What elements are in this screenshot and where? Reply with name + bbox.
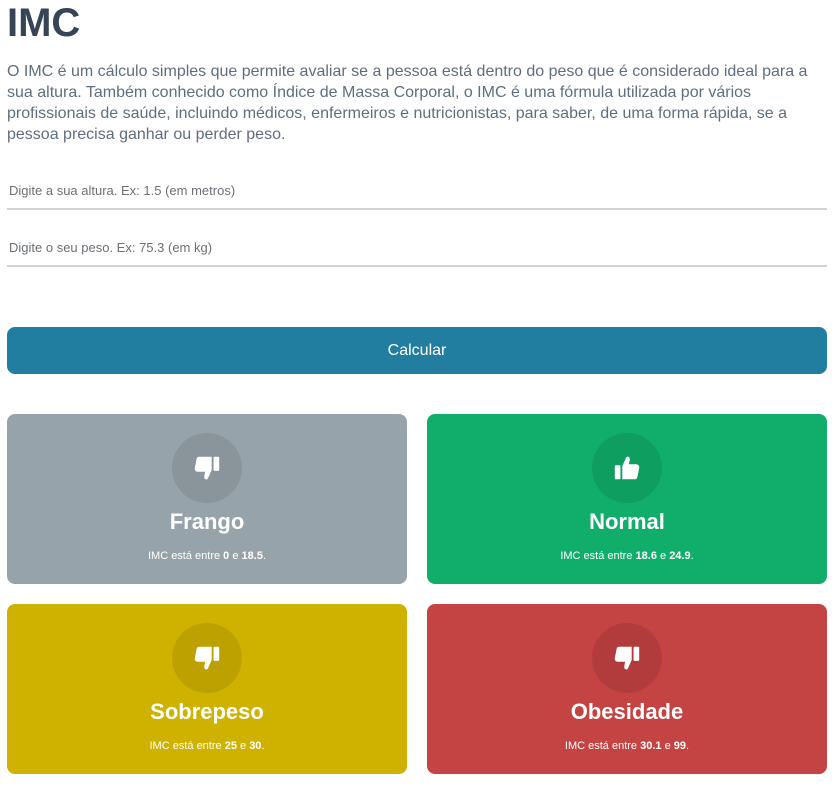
category-range: IMC está entre 0 e 18.5.: [147, 550, 267, 562]
thumbs-down-icon: [194, 646, 220, 670]
category-card-sobrepeso: Sobrepeso IMC está entre 25 e 30.: [7, 604, 407, 774]
weight-input[interactable]: [7, 229, 827, 267]
category-range: IMC está entre 18.6 e 24.9.: [560, 550, 694, 562]
icon-circle: [172, 433, 242, 503]
category-card-obesidade: Obesidade IMC está entre 30.1 e 99.: [427, 604, 827, 774]
category-card-normal: Normal IMC está entre 18.6 e 24.9.: [427, 414, 827, 584]
page-description: O IMC é um cálculo simples que permite a…: [7, 63, 808, 143]
category-name: Normal: [589, 509, 665, 534]
icon-circle: [172, 623, 242, 693]
category-card-frango: Frango IMC está entre 0 e 18.5.: [7, 414, 407, 584]
icon-circle: [592, 623, 662, 693]
thumbs-up-icon: [614, 456, 640, 480]
icon-circle: [592, 433, 662, 503]
page-title: IMC: [7, 1, 81, 45]
height-input[interactable]: [7, 172, 827, 210]
thumbs-down-icon: [614, 646, 640, 670]
category-range: IMC está entre 25 e 30.: [149, 740, 265, 752]
category-name: Sobrepeso: [150, 699, 264, 724]
category-name: Frango: [169, 509, 245, 534]
category-range: IMC está entre 30.1 e 99.: [564, 740, 690, 752]
thumbs-down-icon: [194, 456, 220, 480]
category-name: Obesidade: [570, 699, 684, 724]
calculate-button[interactable]: Calcular: [7, 327, 827, 374]
